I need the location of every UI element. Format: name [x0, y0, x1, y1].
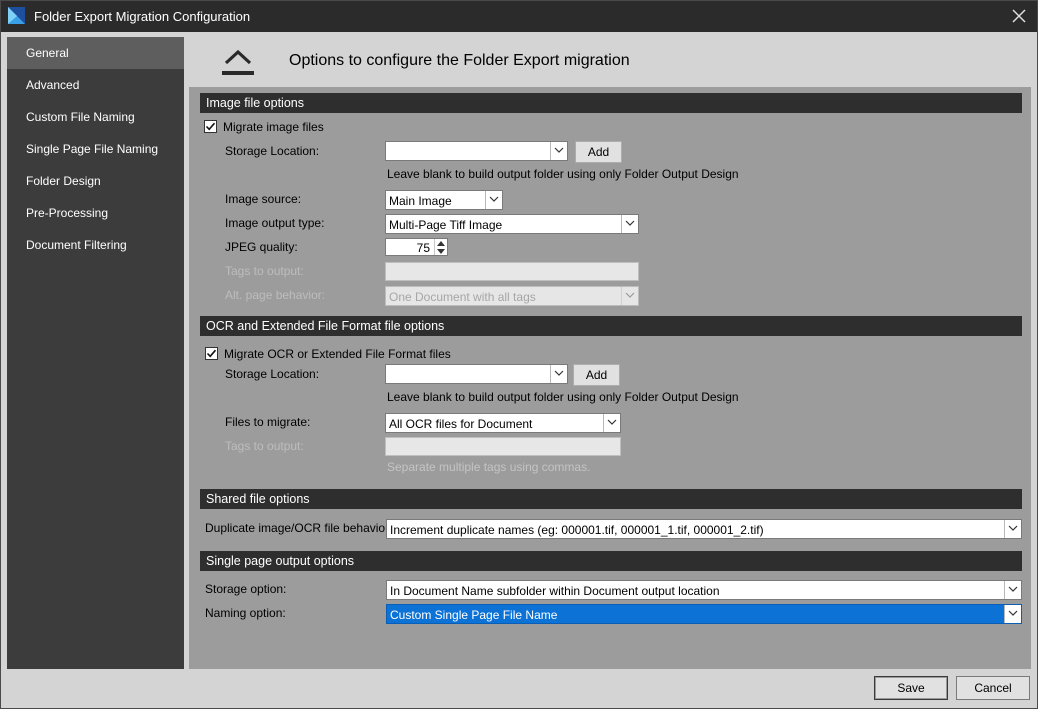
- migrate-image-checkbox[interactable]: [204, 120, 217, 133]
- ocr-tags-label: Tags to output:: [225, 439, 304, 453]
- sidebar-item-pre-processing[interactable]: Pre-Processing: [7, 197, 184, 229]
- dialog-footer: Save Cancel: [1, 669, 1037, 708]
- save-button[interactable]: Save: [874, 676, 948, 700]
- alt-page-behavior-label: Alt. page behavior:: [225, 288, 326, 302]
- ocr-storage-location-combo[interactable]: [385, 364, 568, 384]
- sidebar-item-general[interactable]: General: [7, 37, 184, 69]
- window-title: Folder Export Migration Configuration: [34, 9, 251, 24]
- migrate-ocr-label: Migrate OCR or Extended File Format file…: [224, 347, 451, 361]
- image-storage-label: Storage Location:: [225, 144, 320, 158]
- image-storage-hint: Leave blank to build output folder using…: [387, 167, 739, 181]
- alt-page-behavior-select[interactable]: One Document with all tags: [385, 286, 639, 306]
- sidebar-item-single-page-file-naming[interactable]: Single Page File Naming: [7, 133, 184, 165]
- image-output-type-label: Image output type:: [225, 216, 325, 230]
- sidebar-item-advanced[interactable]: Advanced: [7, 69, 184, 101]
- image-storage-location-combo[interactable]: [385, 141, 568, 161]
- ocr-storage-add-button[interactable]: Add: [573, 364, 620, 386]
- duplicate-behavior-label: Duplicate image/OCR file behavior:: [205, 521, 393, 535]
- spinner-arrows[interactable]: [434, 239, 447, 255]
- jpeg-quality-stepper[interactable]: 75: [385, 238, 448, 256]
- naming-option-label: Naming option:: [205, 606, 286, 620]
- section-header-ocr: OCR and Extended File Format file option…: [200, 316, 1022, 336]
- image-output-type-value: Multi-Page Tiff Image: [389, 218, 503, 232]
- sidebar: General Advanced Custom File Naming Sing…: [7, 37, 184, 669]
- image-source-label: Image source:: [225, 192, 302, 206]
- ocr-tags-input[interactable]: [385, 437, 621, 456]
- naming-option-value: Custom Single Page File Name: [390, 608, 558, 622]
- sidebar-item-document-filtering[interactable]: Document Filtering: [7, 229, 184, 261]
- sidebar-item-folder-design[interactable]: Folder Design: [7, 165, 184, 197]
- alt-page-behavior-value: One Document with all tags: [389, 290, 536, 304]
- section-header-single-page: Single page output options: [200, 551, 1022, 571]
- naming-option-select[interactable]: Custom Single Page File Name: [386, 604, 1022, 624]
- dialog-content: General Advanced Custom File Naming Sing…: [1, 32, 1037, 669]
- section-header-image: Image file options: [200, 93, 1022, 113]
- duplicate-behavior-select[interactable]: Increment duplicate names (eg: 000001.ti…: [386, 519, 1022, 539]
- close-icon[interactable]: [1009, 6, 1029, 26]
- chevron-down-icon[interactable]: [550, 365, 567, 383]
- dialog-window: Folder Export Migration Configuration Ge…: [0, 0, 1038, 709]
- chevron-down-icon[interactable]: [1004, 581, 1021, 599]
- export-icon: [222, 49, 254, 75]
- storage-option-select[interactable]: In Document Name subfolder within Docume…: [386, 580, 1022, 600]
- sidebar-item-custom-file-naming[interactable]: Custom File Naming: [7, 101, 184, 133]
- image-output-type-select[interactable]: Multi-Page Tiff Image: [385, 214, 639, 234]
- migrate-image-label: Migrate image files: [223, 120, 324, 134]
- chevron-down-icon[interactable]: [1004, 605, 1021, 623]
- storage-option-value: In Document Name subfolder within Docume…: [390, 584, 720, 598]
- app-logo-icon: [8, 7, 25, 24]
- ocr-storage-hint: Leave blank to build output folder using…: [387, 390, 739, 404]
- files-to-migrate-label: Files to migrate:: [225, 415, 311, 429]
- jpeg-quality-value: 75: [416, 241, 430, 255]
- ocr-tags-hint: Separate multiple tags using commas.: [387, 460, 591, 474]
- main-header: Options to configure the Folder Export m…: [189, 37, 1031, 87]
- storage-option-label: Storage option:: [205, 582, 287, 596]
- chevron-down-icon[interactable]: [603, 414, 620, 432]
- checkmark-icon: [205, 122, 216, 131]
- duplicate-behavior-value: Increment duplicate names (eg: 000001.ti…: [390, 523, 764, 537]
- title-bar: Folder Export Migration Configuration: [1, 1, 1037, 32]
- migrate-ocr-checkbox[interactable]: [205, 347, 218, 360]
- image-source-select[interactable]: Main Image: [385, 190, 503, 210]
- image-source-value: Main Image: [389, 194, 452, 208]
- page-title: Options to configure the Folder Export m…: [289, 52, 630, 69]
- checkmark-icon: [206, 349, 217, 358]
- image-tags-label: Tags to output:: [225, 264, 304, 278]
- arrow-down-icon[interactable]: [437, 249, 445, 254]
- files-to-migrate-value: All OCR files for Document: [389, 417, 533, 431]
- jpeg-quality-label: JPEG quality:: [225, 240, 298, 254]
- chevron-down-icon[interactable]: [485, 191, 502, 209]
- chevron-down-icon[interactable]: [621, 215, 638, 233]
- files-to-migrate-select[interactable]: All OCR files for Document: [385, 413, 621, 433]
- arrow-up-icon[interactable]: [437, 241, 445, 246]
- main-panel: Options to configure the Folder Export m…: [189, 37, 1031, 669]
- image-tags-input[interactable]: [385, 262, 639, 281]
- ocr-storage-label: Storage Location:: [225, 367, 320, 381]
- image-storage-add-button[interactable]: Add: [575, 141, 622, 163]
- section-header-shared: Shared file options: [200, 489, 1022, 509]
- chevron-down-icon[interactable]: [1004, 520, 1021, 538]
- cancel-button[interactable]: Cancel: [956, 676, 1030, 700]
- chevron-down-icon[interactable]: [550, 142, 567, 160]
- chevron-down-icon[interactable]: [621, 287, 638, 305]
